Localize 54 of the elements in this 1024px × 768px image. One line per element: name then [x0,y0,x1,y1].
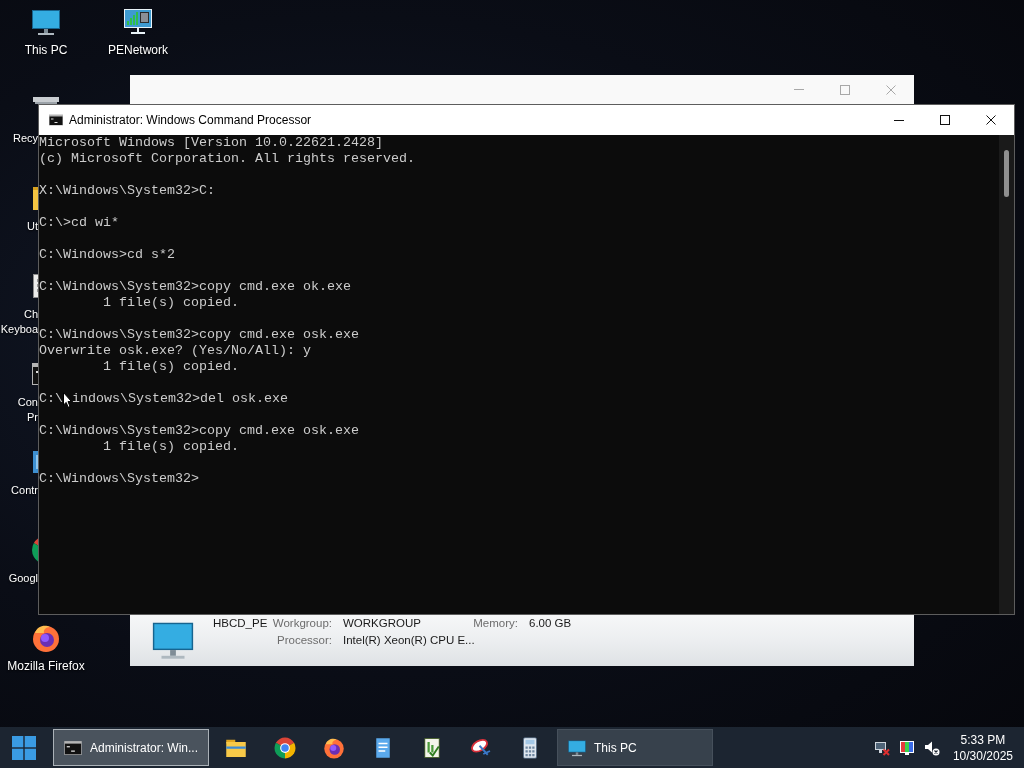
tiles-icon[interactable] [12,735,36,760]
maximize-icon [940,115,950,125]
console-line: C:\Windows>cd s*2 [39,247,175,263]
property-label: Workgroup: [272,616,332,631]
bin-icon[interactable] [30,94,62,104]
property-label: Processor: [277,633,332,648]
icon-label: Ut [27,219,38,234]
console-line: 1 file(s) copied. [103,439,239,455]
computer-name: HBCD_PE [213,616,269,631]
console-line: X:\Windows\System32>C: [39,183,215,199]
icon-label: This PC [24,43,68,58]
icon-label: Con [17,395,38,410]
taskbar-button[interactable]: This PC [557,729,713,766]
console-line: 1 file(s) copied. [103,359,239,375]
property-value: WORKGROUP [342,616,421,631]
minimize-icon [894,119,904,121]
console-line: C:\Windows\System32>copy cmd.exe osk.exe [39,327,359,343]
muted-speaker-icon[interactable] [923,739,940,756]
maximize-icon [840,84,850,95]
icon-label: Mozilla Firefox [7,659,85,674]
scrollbar-thumb[interactable] [1004,150,1009,197]
icon-label: Pr [27,410,38,425]
console-line: Microsoft Windows [Version 10.0.22621.2428] [39,135,383,151]
pointer-icon [63,392,72,408]
icon-label: Contr [11,483,38,498]
scrollbar[interactable] [999,135,1014,614]
console-line: Overwrite osk.exe? (Yes/No/All): y [39,343,311,359]
console-line: C:\>cd wi* [39,215,119,231]
minimize-icon [794,89,804,90]
console-line: indows\System32>del osk.exe [72,391,288,407]
taskbar-button[interactable]: Administrator: Win... [53,729,209,766]
close-icon [886,84,896,95]
icon-label: Recy [12,131,38,146]
console-line: C:\ [39,391,63,407]
console-line: 1 file(s) copied. [103,295,239,311]
property-label: Memory: [473,616,518,631]
console-icon [48,112,64,128]
icon-label: Keyboa [0,322,38,337]
icon-label: PENetwork [108,43,168,58]
console-line: C:\Windows\System32>copy cmd.exe osk.exe [39,423,359,439]
icon-label: Googl [8,571,38,586]
console-line: C:\Windows\System32>copy cmd.exe ok.exe [39,279,351,295]
window-title: Administrator: Windows Command Processor [69,113,312,127]
display-icon[interactable] [898,739,915,756]
icon-label: Ch [23,307,38,322]
property-value: 6.00 GB [528,616,572,631]
console-line: (c) Microsoft Corporation. All rights reserved. [39,151,415,167]
browser-icon[interactable] [273,735,297,760]
clock-time[interactable]: 5:33 PM [960,731,1006,748]
close-icon [986,115,996,125]
console-line: C:\Windows\System32> [39,471,199,487]
clock-date[interactable]: 10/30/2025 [952,747,1013,764]
network-icon[interactable] [873,739,890,756]
property-value: Intel(R) Xeon(R) CPU E... [342,633,475,648]
